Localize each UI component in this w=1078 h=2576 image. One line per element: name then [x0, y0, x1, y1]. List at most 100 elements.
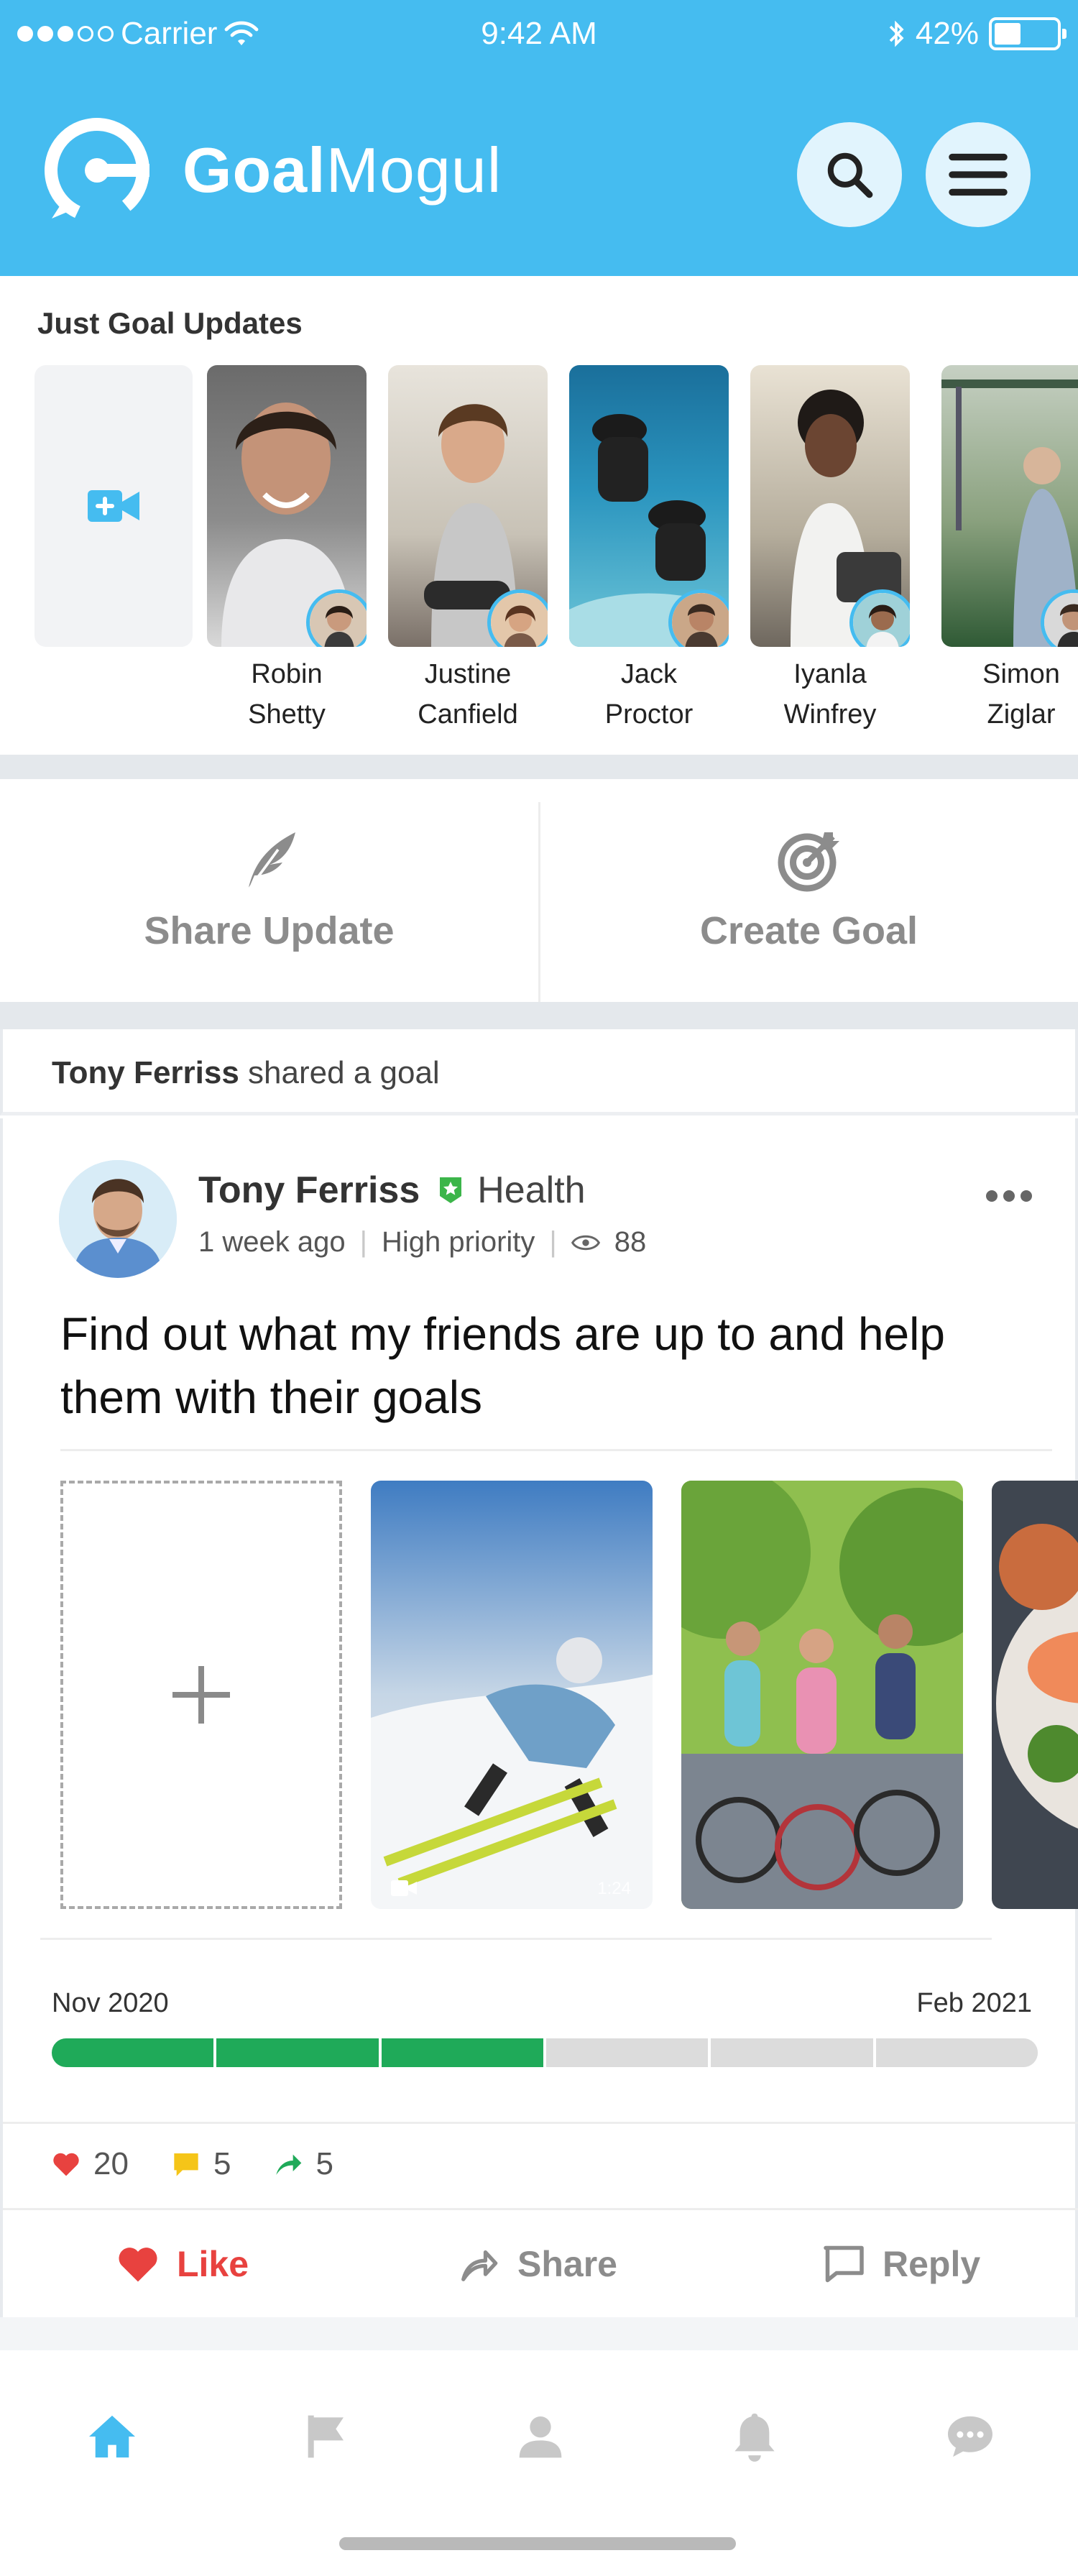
- author-name[interactable]: Tony Ferriss: [198, 1169, 420, 1212]
- badge-star-icon: [440, 1177, 462, 1203]
- tab-messages[interactable]: [941, 2408, 999, 2465]
- video-add-icon: [88, 490, 139, 522]
- goal-divider: [60, 1449, 1052, 1451]
- battery-icon: [989, 17, 1067, 50]
- goal-post-card: Tony Ferriss Health 1 week ago | High pr…: [0, 1118, 1078, 2317]
- story-justine-canfield[interactable]: Justine Canfield: [388, 365, 548, 735]
- progress-segment-incomplete: [545, 2038, 711, 2067]
- goal-start-date: Nov 2020: [52, 1988, 169, 2018]
- plus-icon: [172, 1666, 230, 1724]
- story-name: Simon Ziglar: [982, 659, 1060, 730]
- quill-icon: [247, 832, 295, 892]
- shared-goal-text: Tony Ferriss shared a goal: [52, 1055, 440, 1090]
- story-iyanla-winfrey[interactable]: Iyanla Winfrey: [750, 365, 910, 735]
- tab-notifications[interactable]: [726, 2408, 783, 2465]
- media-divider: [40, 1938, 992, 1940]
- status-bar: Carrier 9:42 AM 42%: [0, 0, 1078, 72]
- story-thumbnail: [207, 365, 367, 647]
- section-divider: [0, 2317, 1078, 2350]
- section-divider: [0, 755, 1078, 779]
- sharer-name[interactable]: Tony Ferriss: [52, 1055, 239, 1090]
- like-button[interactable]: Like: [116, 2211, 249, 2317]
- comment-icon: [174, 2153, 198, 2176]
- reply-icon: [824, 2245, 864, 2283]
- home-icon: [89, 2415, 135, 2458]
- story-name: Robin Shetty: [248, 659, 326, 730]
- share-button[interactable]: Share: [457, 2211, 617, 2317]
- battery-percent: 42%: [915, 16, 979, 51]
- section-divider: [0, 1002, 1078, 1029]
- post-time: 1 week ago: [198, 1226, 346, 1258]
- share-update-label: Share Update: [144, 909, 395, 952]
- eye-icon: [571, 1235, 600, 1250]
- post-context-header: Tony Ferriss shared a goal: [0, 1029, 1078, 1116]
- heart-icon: [119, 2248, 157, 2282]
- story-thumbnail: [569, 365, 729, 647]
- profile-icon: [519, 2416, 562, 2458]
- story-simon-ziglar[interactable]: Simon Ziglar: [941, 365, 1078, 735]
- brand-logo: GoalMogul: [45, 118, 502, 223]
- share-count[interactable]: 5: [274, 2146, 333, 2182]
- story-thumbnail: [941, 365, 1078, 647]
- heart-icon: [53, 2153, 79, 2176]
- story-jack-proctor[interactable]: Jack Proctor: [569, 365, 729, 735]
- goal-timeline-dates: Nov 2020 Feb 2021: [52, 1988, 1032, 2019]
- post-action-bar: Like Share Reply: [3, 2211, 1078, 2317]
- actions-top-divider: [3, 2208, 1078, 2210]
- quick-actions: Share Update Create Goal: [0, 779, 1078, 1041]
- menu-button[interactable]: [926, 122, 1031, 227]
- author-avatar[interactable]: [59, 1160, 177, 1278]
- progress-segment-complete: [381, 2038, 546, 2067]
- reply-button[interactable]: Reply: [822, 2211, 980, 2317]
- video-duration: 1:24: [597, 1879, 631, 1898]
- goal-end-date: Feb 2021: [916, 1988, 1032, 2018]
- more-options-button[interactable]: [986, 1190, 1032, 1202]
- post-meta: 1 week ago | High priority | 88: [198, 1226, 647, 1258]
- flag-icon: [308, 2415, 344, 2458]
- story-name: Iyanla Winfrey: [783, 659, 877, 730]
- home-indicator: [339, 2537, 736, 2550]
- media-video-skiing[interactable]: 1:24: [371, 1481, 653, 1909]
- stats-divider: [3, 2122, 1078, 2124]
- progress-segment-complete: [216, 2038, 382, 2067]
- progress-segment-incomplete: [711, 2038, 876, 2067]
- goalmogul-logo-icon: [45, 118, 149, 223]
- story-thumbnail: [388, 365, 548, 647]
- goal-category: Health: [440, 1169, 586, 1212]
- video-camera-icon: [391, 1880, 417, 1896]
- tab-home[interactable]: [83, 2408, 141, 2465]
- brand-name: GoalMogul: [183, 134, 502, 206]
- share-arrow-icon: [276, 2154, 302, 2175]
- add-video-update-button[interactable]: [34, 365, 193, 647]
- progress-segment-incomplete: [875, 2038, 1038, 2067]
- story-robin-shetty[interactable]: Robin Shetty: [207, 365, 367, 735]
- bell-icon: [734, 2414, 775, 2462]
- goal-text[interactable]: Find out what my friends are up to and h…: [60, 1302, 1023, 1429]
- hamburger-icon: [949, 153, 1008, 196]
- tab-profile[interactable]: [512, 2408, 569, 2465]
- comment-count[interactable]: 5: [172, 2146, 231, 2182]
- tab-goals[interactable]: [298, 2408, 355, 2465]
- stories-title: Just Goal Updates: [37, 306, 303, 340]
- search-button[interactable]: [797, 122, 902, 227]
- share-update-button[interactable]: Share Update: [0, 779, 538, 1002]
- engagement-stats: 20 5 5: [52, 2146, 365, 2182]
- create-goal-label: Create Goal: [699, 909, 918, 952]
- media-photo-salad[interactable]: [992, 1481, 1078, 1909]
- story-thumbnail: [750, 365, 910, 647]
- goal-updates-stories: Just Goal Updates Robin Shetty Justine Can…: [0, 276, 1078, 755]
- goal-progress-bar: [52, 2038, 1038, 2067]
- create-goal-button[interactable]: Create Goal: [540, 779, 1078, 1002]
- add-media-button[interactable]: [60, 1481, 342, 1909]
- app-header: Carrier 9:42 AM 42% GoalMogul: [0, 0, 1078, 276]
- view-count: 88: [614, 1226, 647, 1258]
- chat-icon: [948, 2416, 992, 2457]
- story-name: Jack Proctor: [604, 659, 694, 730]
- post-author-row: Tony Ferriss Health: [198, 1169, 586, 1212]
- media-photo-cycling[interactable]: [681, 1481, 963, 1909]
- battery-group: 42%: [887, 16, 1067, 52]
- story-name: Justine Canfield: [418, 659, 518, 730]
- like-count[interactable]: 20: [52, 2146, 129, 2182]
- progress-segment-complete: [52, 2038, 217, 2067]
- target-icon: [778, 832, 839, 892]
